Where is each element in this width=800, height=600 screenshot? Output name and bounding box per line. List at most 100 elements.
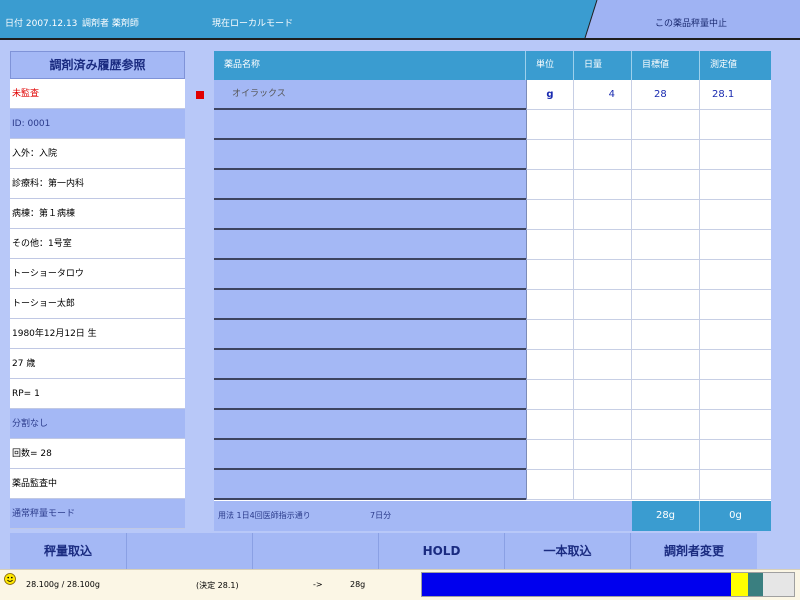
measured-value-cell — [700, 440, 771, 470]
table-row[interactable] — [214, 230, 771, 260]
top-bar: 日付 2007.12.13 調剤者 薬剤師 現在ローカルモード この薬品秤量中止 — [0, 0, 800, 40]
progress-target-marker — [731, 573, 748, 596]
table-row[interactable] — [214, 170, 771, 200]
birth-date: 1980年12月12日 生 — [10, 319, 185, 349]
target-value-cell — [632, 110, 700, 140]
drug-name-cell — [214, 170, 526, 200]
table-row[interactable] — [214, 440, 771, 470]
daily-amount-cell — [574, 350, 632, 380]
weigh-import-button[interactable]: 秤量取込 — [10, 533, 127, 569]
table-row[interactable] — [214, 140, 771, 170]
room: その他：1号室 — [10, 229, 185, 259]
daily-amount-cell — [574, 170, 632, 200]
patient-name-kana: トーショータロウ — [10, 259, 185, 289]
table-row[interactable] — [214, 470, 771, 500]
table-header: 薬品名称 単位 日量 目標値 測定値 — [214, 51, 771, 80]
table-row[interactable] — [214, 110, 771, 140]
target-value-cell — [632, 470, 700, 500]
hold-button[interactable]: HOLD — [379, 533, 505, 569]
cancel-weighing-label: この薬品秤量中止 — [655, 19, 728, 29]
blank-button-2[interactable] — [253, 533, 379, 569]
status-bar: 28.100g / 28.100g (決定 28.1) -> 28g — [0, 569, 800, 600]
drug-name-cell — [214, 140, 526, 170]
admission-type: 入外：入院 — [10, 139, 185, 169]
drug-name-cell — [214, 350, 526, 380]
blank-button-1[interactable] — [127, 533, 253, 569]
drug-name-cell — [214, 410, 526, 440]
change-operator-button[interactable]: 調剤者変更 — [631, 533, 757, 569]
daily-amount-cell — [574, 290, 632, 320]
unit-cell — [526, 140, 574, 170]
daily-amount-cell: 4 — [574, 80, 632, 110]
header-measured-value: 測定値 — [710, 60, 738, 70]
target-value-cell — [632, 290, 700, 320]
table-row[interactable]: オイラックス g 4 28 28.1 — [214, 80, 771, 110]
table-row[interactable] — [214, 350, 771, 380]
department: 診療科：第一内科 — [10, 169, 185, 199]
target-value-cell — [632, 200, 700, 230]
measured-value-cell — [700, 410, 771, 440]
unit-cell — [526, 440, 574, 470]
daily-amount-cell — [574, 110, 632, 140]
drug-name-cell — [214, 290, 526, 320]
target-value-cell — [632, 230, 700, 260]
drug-name-cell — [214, 440, 526, 470]
target-value-cell — [632, 140, 700, 170]
measured-value-cell — [700, 110, 771, 140]
ward: 病棟：第１病棟 — [10, 199, 185, 229]
drug-name-cell — [214, 200, 526, 230]
history-reference-button[interactable]: 調剤済み履歴参照 — [10, 51, 185, 79]
table-row[interactable] — [214, 290, 771, 320]
table-row[interactable] — [214, 320, 771, 350]
measured-value-cell — [700, 170, 771, 200]
target-value-cell — [632, 440, 700, 470]
daily-amount-cell — [574, 230, 632, 260]
unit-cell — [526, 230, 574, 260]
table-row[interactable] — [214, 380, 771, 410]
single-import-button[interactable]: 一本取込 — [505, 533, 631, 569]
table-row[interactable] — [214, 260, 771, 290]
unit-cell — [526, 470, 574, 500]
rp-number: RP= 1 — [10, 379, 185, 409]
result-readout: 28g — [350, 580, 366, 589]
target-value-cell — [632, 320, 700, 350]
weight-readout: 28.100g / 28.100g — [26, 580, 100, 589]
drug-name-cell — [214, 470, 526, 500]
target-value-cell — [632, 380, 700, 410]
header-drug-name: 薬品名称 — [214, 51, 526, 80]
unit-cell — [526, 410, 574, 440]
patient-info-panel: 調剤済み履歴参照 未監査 ID: 0001 入外：入院 診療科：第一内科 病棟：… — [10, 51, 185, 529]
cancel-weighing-button[interactable]: この薬品秤量中止 — [583, 0, 800, 38]
usage-label: 用法 1日4回医師指示通り — [218, 511, 311, 520]
header-unit: 単位 — [526, 51, 574, 80]
current-row-marker — [196, 91, 204, 99]
target-value-cell — [632, 350, 700, 380]
table-row[interactable] — [214, 200, 771, 230]
measured-value-cell — [700, 350, 771, 380]
total-target: 28g — [632, 501, 700, 531]
operator-label: 調剤者 薬剤師 — [82, 19, 139, 29]
progress-tolerance-marker — [748, 573, 763, 596]
daily-amount-cell — [574, 200, 632, 230]
unit-cell — [526, 200, 574, 230]
date-label: 日付 2007.12.13 — [5, 19, 78, 29]
daily-amount-cell — [574, 140, 632, 170]
measured-value-cell — [700, 140, 771, 170]
dose-count: 回数= 28 — [10, 439, 185, 469]
measured-value-cell — [700, 260, 771, 290]
decided-readout: (決定 28.1) — [196, 581, 239, 590]
daily-amount-cell — [574, 470, 632, 500]
measured-value-cell — [700, 290, 771, 320]
header-daily-amount: 日量 — [574, 51, 632, 80]
tab-slant-icon — [583, 0, 598, 38]
drug-name-cell — [214, 230, 526, 260]
target-value-cell: 28 — [632, 80, 700, 110]
measured-value-cell — [700, 230, 771, 260]
weighing-progress-bar — [421, 572, 795, 597]
table-row[interactable] — [214, 410, 771, 440]
unit-cell — [526, 290, 574, 320]
daily-amount-cell — [574, 260, 632, 290]
division-status: 分割なし — [10, 409, 185, 439]
arrow-label: -> — [313, 580, 323, 589]
total-measured: 0g — [700, 501, 771, 531]
